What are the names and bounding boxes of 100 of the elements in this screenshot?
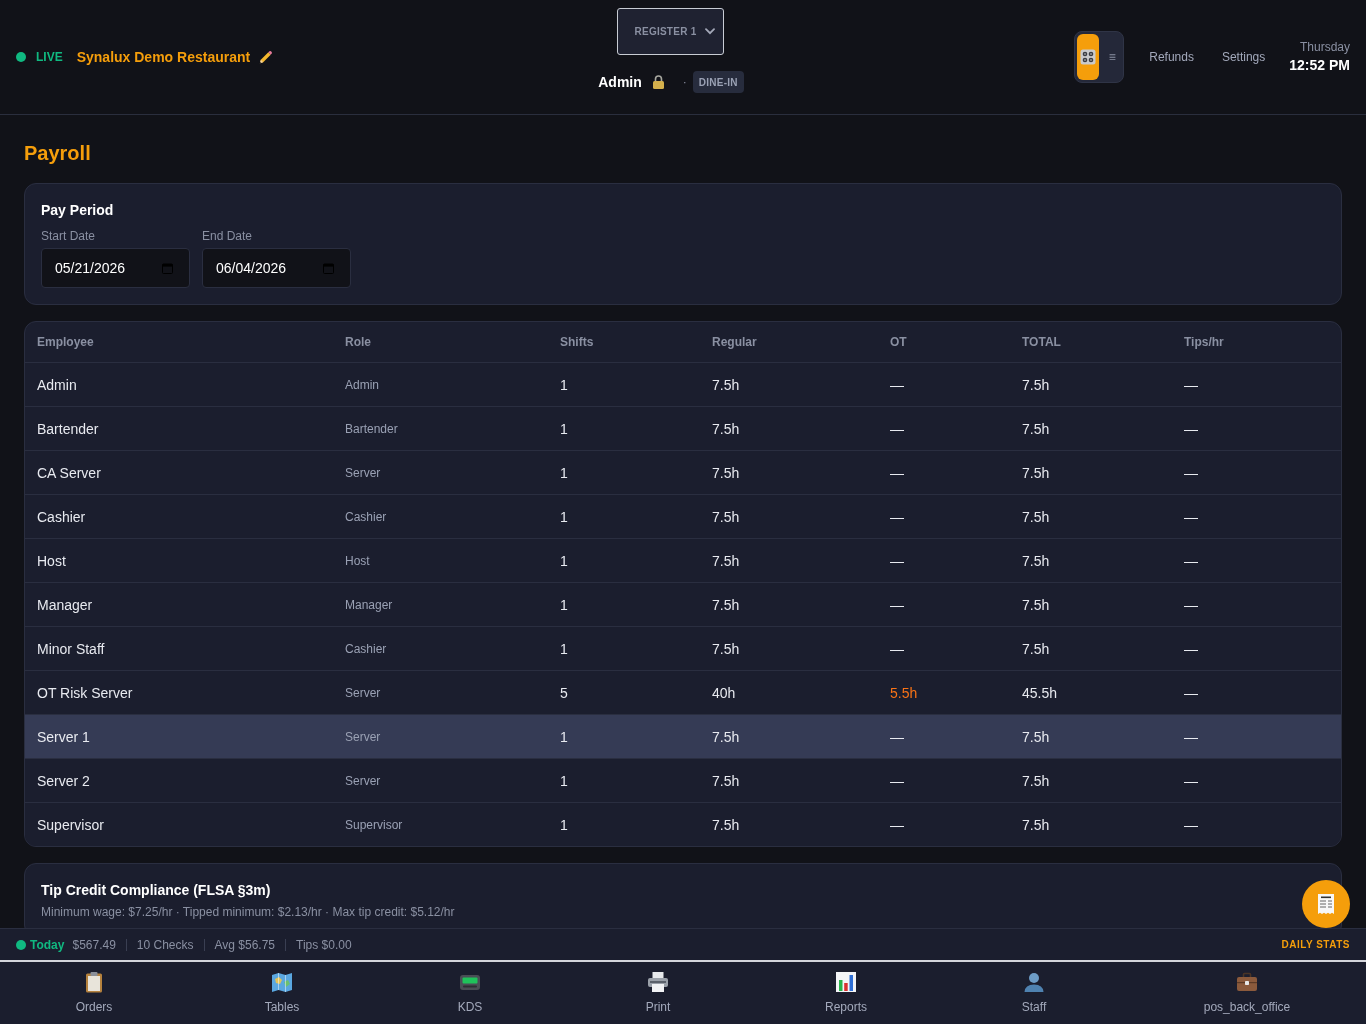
table-cell-text: 1	[560, 507, 569, 527]
briefcase-icon	[1236, 971, 1258, 993]
table-cell-text: 1	[560, 815, 569, 835]
table-cell-text: —	[890, 727, 905, 747]
table-cell-text: 5	[560, 683, 569, 703]
table-cell-text: —	[890, 551, 905, 571]
card-title: Tip Credit Compliance (FLSA §3m)	[41, 881, 271, 900]
table-cell-text: —	[890, 771, 905, 791]
date-input[interactable]: 05/21/2026	[41, 248, 190, 288]
table-cell-text: 7.5h	[1022, 419, 1051, 439]
stat-text: $567.49	[72, 936, 116, 953]
nav-tab[interactable]: KDS	[376, 962, 564, 1024]
daily-stats-label[interactable]: DAILY STATS	[1281, 937, 1350, 952]
nav-link[interactable]: Refunds	[1149, 49, 1194, 65]
table-cell-text: —	[890, 815, 905, 835]
nav-tab[interactable]: Orders	[0, 962, 188, 1024]
table-cell-text: Cashier	[345, 508, 388, 525]
card-title: Pay Period	[41, 201, 114, 220]
table-cell-text: 7.5h	[712, 639, 741, 659]
weekday-label: Thursday	[1299, 39, 1350, 55]
table-cell-text: Server	[345, 728, 382, 745]
table-cell-text: —	[1184, 595, 1199, 615]
table-cell-text: —	[890, 595, 905, 615]
nav-tab[interactable]: Tables	[188, 962, 376, 1024]
pencil-icon	[258, 49, 274, 65]
table-cell-text: 1	[560, 727, 569, 747]
table-cell-text: —	[890, 463, 905, 483]
nav-tab[interactable]: Staff	[940, 962, 1128, 1024]
table-cell-text: 7.5h	[1022, 727, 1051, 747]
field-label: Start Date	[41, 228, 97, 244]
table-cell-text: 7.5h	[712, 507, 741, 527]
table-cell-text: —	[890, 375, 905, 395]
table-cell-text: 7.5h	[712, 815, 741, 835]
table-cell-text: 1	[560, 419, 569, 439]
field-label: End Date	[202, 228, 254, 244]
table-cell-text: Host	[345, 552, 371, 569]
table-cell-text: Server	[345, 772, 382, 789]
table-cell-text: Cashier	[345, 640, 388, 657]
table-cell-text: 7.5h	[712, 463, 741, 483]
page-title: Payroll	[24, 141, 91, 166]
table-cell-text: Admin	[345, 376, 380, 393]
today-label: Today	[30, 936, 65, 953]
table-cell-text: —	[890, 419, 905, 439]
user-name: Admin	[598, 73, 642, 92]
bar-chart-icon	[835, 971, 857, 993]
stat-text: Avg $56.75	[214, 936, 276, 953]
list-view-toggle[interactable]: ≡	[1103, 34, 1122, 80]
column-header: Regular	[712, 334, 758, 350]
column-header: OT	[890, 334, 908, 350]
status-dot-icon	[16, 52, 26, 62]
nav-link[interactable]: Settings	[1221, 49, 1266, 65]
table-cell-text: Supervisor	[37, 815, 105, 835]
lock-icon	[651, 75, 665, 89]
table-cell-text: —	[1184, 639, 1199, 659]
table-cell-text: Server	[345, 464, 382, 481]
table-cell-text: —	[1184, 771, 1199, 791]
table-cell-text: 7.5h	[712, 551, 741, 571]
register-select[interactable]: REGISTER 1	[617, 8, 725, 55]
table-cell-text: Manager	[345, 596, 394, 613]
table-cell-text: Cashier	[37, 507, 87, 527]
table-cell-text: —	[1184, 683, 1199, 703]
calendar-icon	[162, 262, 173, 274]
table-cell-text: 1	[560, 639, 569, 659]
table-cell-text: —	[1184, 463, 1199, 483]
nav-tab[interactable]: Reports	[752, 962, 940, 1024]
status-dot-icon	[16, 939, 26, 950]
date-input[interactable]: 06/04/2026	[202, 248, 351, 288]
stat-text: Tips $0.00	[296, 936, 352, 953]
clock-time: 12:52 PM	[1289, 56, 1350, 75]
table-cell-text: Supervisor	[345, 816, 404, 833]
table-cell-text: 45.5h	[1022, 683, 1059, 703]
table-cell-text: Manager	[37, 595, 94, 615]
person-icon	[1023, 971, 1045, 993]
separator-dot: ·	[682, 74, 687, 90]
nav-tab[interactable]: pos_back_office	[1128, 962, 1366, 1024]
table-cell-text: 7.5h	[712, 771, 741, 791]
table-cell-text: —	[1184, 419, 1199, 439]
table-cell-text: —	[1184, 727, 1199, 747]
table-cell-text: 1	[560, 595, 569, 615]
table-row[interactable]: Server 1 Server 1 7.5h — 7.5h —	[25, 714, 1341, 758]
nav-tab[interactable]: Print	[564, 962, 752, 1024]
table-cell-text: Bartender	[37, 419, 100, 439]
table-cell-text: Server 2	[37, 771, 91, 791]
table-cell-text: —	[1184, 815, 1199, 835]
table-cell-text: 7.5h	[712, 727, 741, 747]
table-cell-text: 1	[560, 771, 569, 791]
table-cell-text: 7.5h	[1022, 507, 1051, 527]
table-cell-text: 7.5h	[712, 419, 741, 439]
table-row[interactable]: Supervisor Supervisor 1 7.5h — 7.5h —	[25, 802, 1341, 846]
table-cell-text: 7.5h	[1022, 463, 1051, 483]
table-cell-text: —	[890, 507, 905, 527]
grid-view-toggle[interactable]	[1077, 34, 1100, 80]
calendar-icon	[323, 262, 334, 274]
table-cell-text: 5.5h	[890, 683, 919, 703]
live-label: LIVE	[36, 49, 63, 65]
column-header: Tips/hr	[1184, 334, 1225, 350]
table-cell-text: Admin	[37, 375, 78, 395]
receipt-icon	[1317, 893, 1335, 915]
knobs-icon	[1080, 49, 1097, 65]
table-cell-text: 7.5h	[1022, 375, 1051, 395]
